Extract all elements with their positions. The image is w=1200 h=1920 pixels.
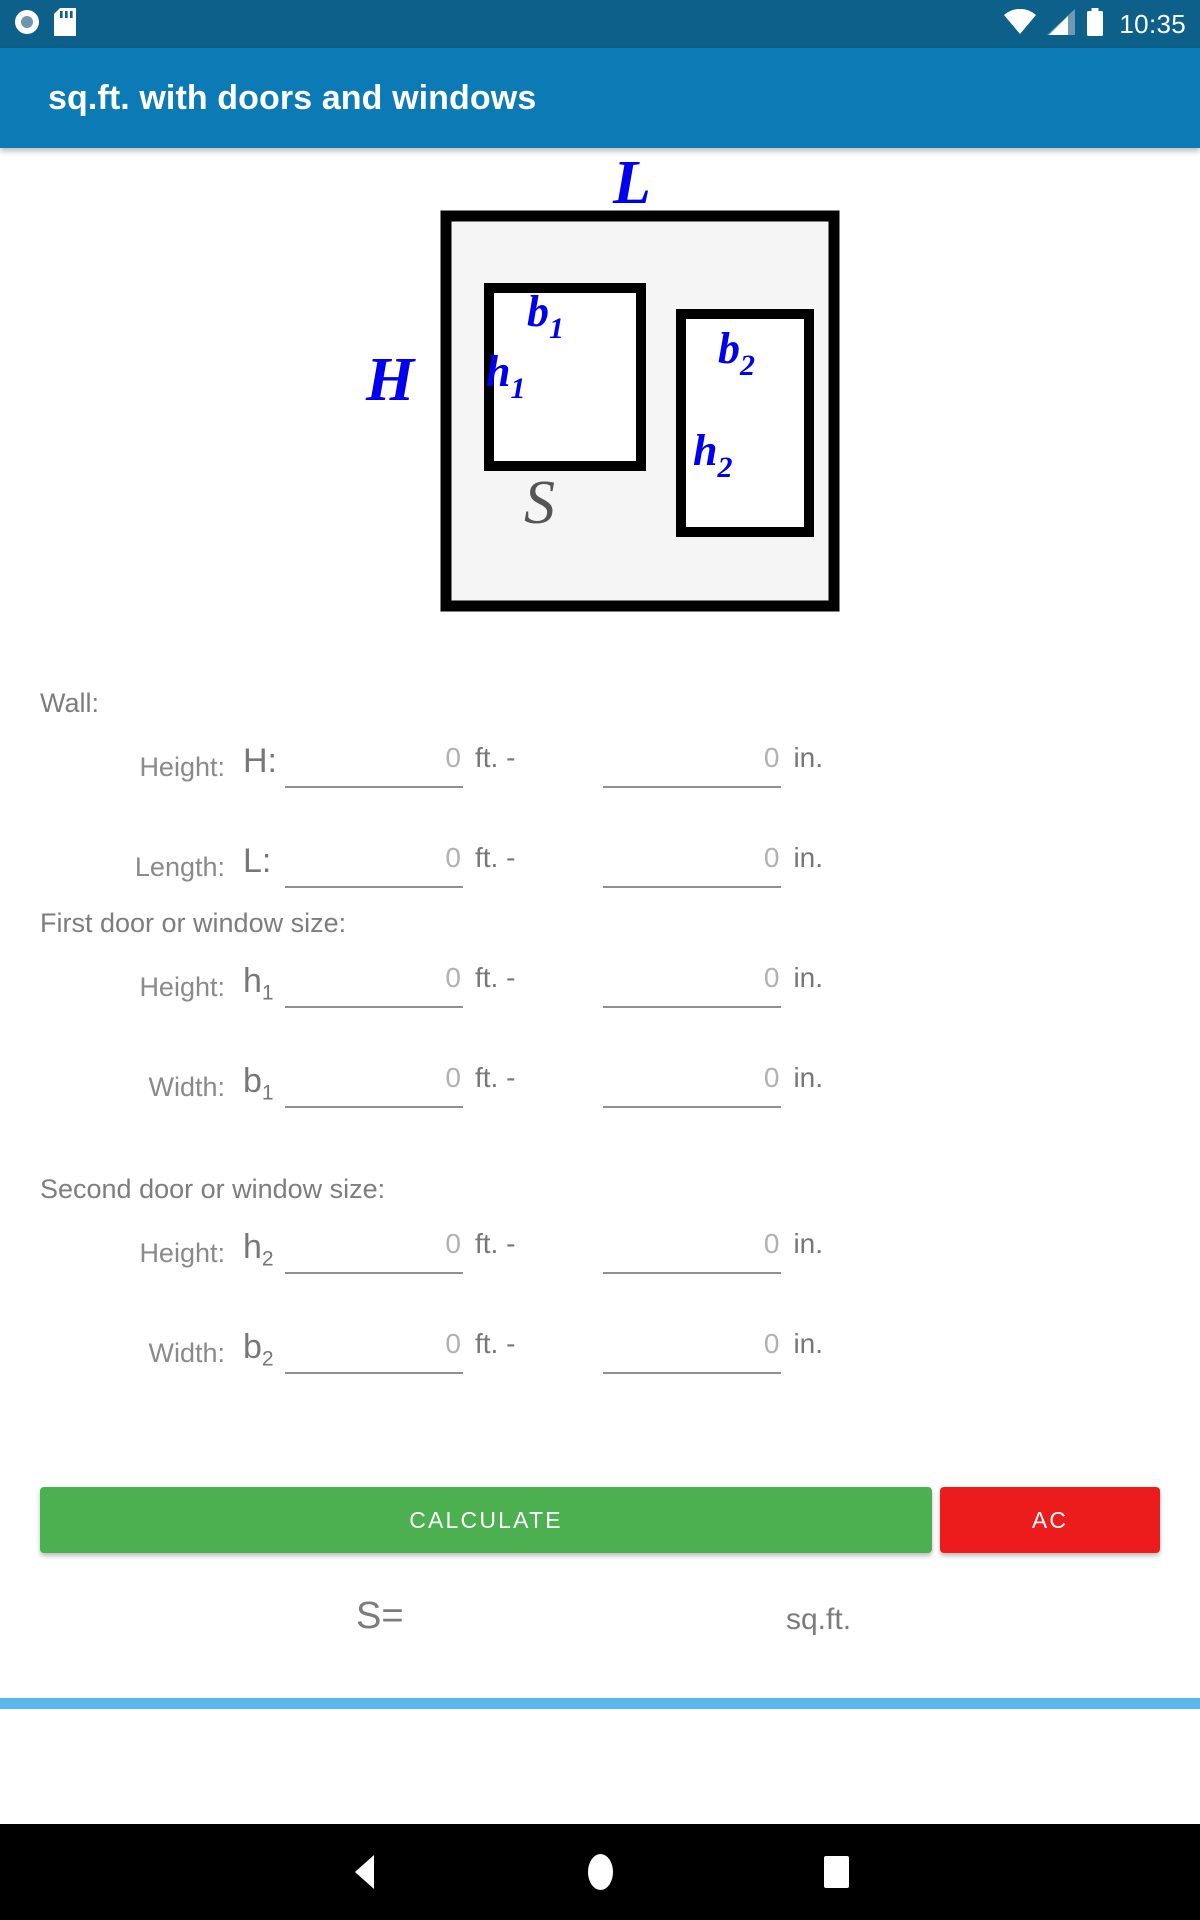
cellular-signal-icon xyxy=(1047,8,1076,40)
input-first-width-feet[interactable]: 0 xyxy=(285,1060,463,1108)
field-row-first-width: Width: b1 0 ft. - 0 in. xyxy=(0,1060,1200,1136)
unit-feet-second-height: ft. - xyxy=(475,1228,516,1259)
recents-icon xyxy=(823,1856,849,1888)
input-first-width-inches[interactable]: 0 xyxy=(603,1060,782,1108)
field-row-second-width: Width: b2 0 ft. - 0 in. xyxy=(0,1326,1200,1402)
system-navigation-bar xyxy=(0,1824,1200,1920)
result-unit: sq.ft. xyxy=(786,1603,852,1636)
status-bar-right-icons: 10:35 xyxy=(1004,7,1186,41)
field-symbol-wall-length: L: xyxy=(243,842,272,880)
field-symbol-second-height: h2 xyxy=(243,1228,274,1271)
clear-all-button[interactable]: AC xyxy=(940,1487,1160,1553)
field-symbol-wall-height: H: xyxy=(243,742,277,780)
nav-home-button[interactable] xyxy=(565,1837,635,1907)
input-wall-height-feet[interactable]: 0 xyxy=(285,740,463,788)
status-bar-clock: 10:35 xyxy=(1119,8,1186,39)
result-label: S= xyxy=(356,1595,404,1637)
status-bar-left-icons xyxy=(14,7,76,41)
field-label-second-width: Width: xyxy=(148,1338,225,1368)
wall-diagram: L H b1 h1 b2 h2 S xyxy=(0,148,1200,688)
field-symbol-first-height: h1 xyxy=(243,962,274,1005)
input-wall-height-inches[interactable]: 0 xyxy=(603,740,782,788)
input-second-height-inches[interactable]: 0 xyxy=(603,1226,782,1274)
field-row-wall-height: Height: H: 0 ft. - 0 in. xyxy=(0,740,1200,816)
calculate-button[interactable]: CALCULATE xyxy=(40,1487,932,1553)
second-opening-rectangle xyxy=(676,309,814,537)
field-label-second-height: Height: xyxy=(139,1238,225,1268)
input-second-height-feet[interactable]: 0 xyxy=(285,1226,463,1274)
unit-inches-first-width: in. xyxy=(793,1062,824,1093)
unit-inches-second-width: in. xyxy=(793,1328,824,1359)
unit-feet-wall-length: ft. - xyxy=(475,842,516,873)
result-row: S= sq.ft. xyxy=(0,1595,1200,1665)
input-wall-length-inches[interactable]: 0 xyxy=(603,840,782,888)
blue-divider xyxy=(0,1698,1200,1709)
action-button-row: CALCULATE AC xyxy=(0,1487,1200,1553)
record-icon xyxy=(14,9,40,40)
section-label-wall: Wall: xyxy=(40,688,99,718)
input-second-width-feet[interactable]: 0 xyxy=(285,1326,463,1374)
unit-inches-first-height: in. xyxy=(793,962,824,993)
app-bar: sq.ft. with doors and windows xyxy=(0,48,1200,148)
unit-inches-second-height: in. xyxy=(793,1228,824,1259)
wifi-icon xyxy=(1004,8,1037,40)
nav-recents-button[interactable] xyxy=(801,1837,871,1907)
status-bar: 10:35 xyxy=(0,0,1200,48)
unit-feet-first-width: ft. - xyxy=(475,1062,516,1093)
field-label-first-width: Width: xyxy=(148,1072,225,1102)
input-first-height-inches[interactable]: 0 xyxy=(603,960,782,1008)
field-row-first-height: Height: h1 0 ft. - 0 in. xyxy=(0,960,1200,1036)
section-label-first-opening: First door or window size: xyxy=(40,908,347,938)
first-opening-rectangle xyxy=(484,283,646,471)
field-symbol-second-width: b2 xyxy=(243,1328,274,1371)
app-root: 10:35 sq.ft. with doors and windows L H … xyxy=(0,0,1200,1920)
app-title: sq.ft. with doors and windows xyxy=(48,78,537,117)
field-row-second-height: Height: h2 0 ft. - 0 in. xyxy=(0,1226,1200,1302)
unit-inches-wall-length: in. xyxy=(793,842,824,873)
input-wall-length-feet[interactable]: 0 xyxy=(285,840,463,888)
section-label-second-opening: Second door or window size: xyxy=(40,1174,386,1204)
field-symbol-first-width: b1 xyxy=(243,1062,274,1105)
empty-area-below-divider xyxy=(0,1709,1200,1824)
back-icon xyxy=(354,1855,374,1889)
nav-back-button[interactable] xyxy=(329,1837,399,1907)
unit-inches-wall-height: in. xyxy=(793,742,824,773)
field-row-wall-length: Length: L: 0 ft. - 0 in. xyxy=(0,840,1200,916)
input-first-height-feet[interactable]: 0 xyxy=(285,960,463,1008)
unit-feet-wall-height: ft. - xyxy=(475,742,516,773)
battery-icon xyxy=(1086,7,1104,41)
unit-feet-first-height: ft. - xyxy=(475,962,516,993)
field-label-wall-length: Length: xyxy=(134,852,225,882)
sd-card-icon xyxy=(54,7,76,41)
unit-feet-second-width: ft. - xyxy=(475,1328,516,1359)
field-label-wall-height: Height: xyxy=(139,752,225,782)
field-label-first-height: Height: xyxy=(139,972,225,1002)
input-second-width-inches[interactable]: 0 xyxy=(603,1326,782,1374)
home-icon xyxy=(587,1854,613,1890)
